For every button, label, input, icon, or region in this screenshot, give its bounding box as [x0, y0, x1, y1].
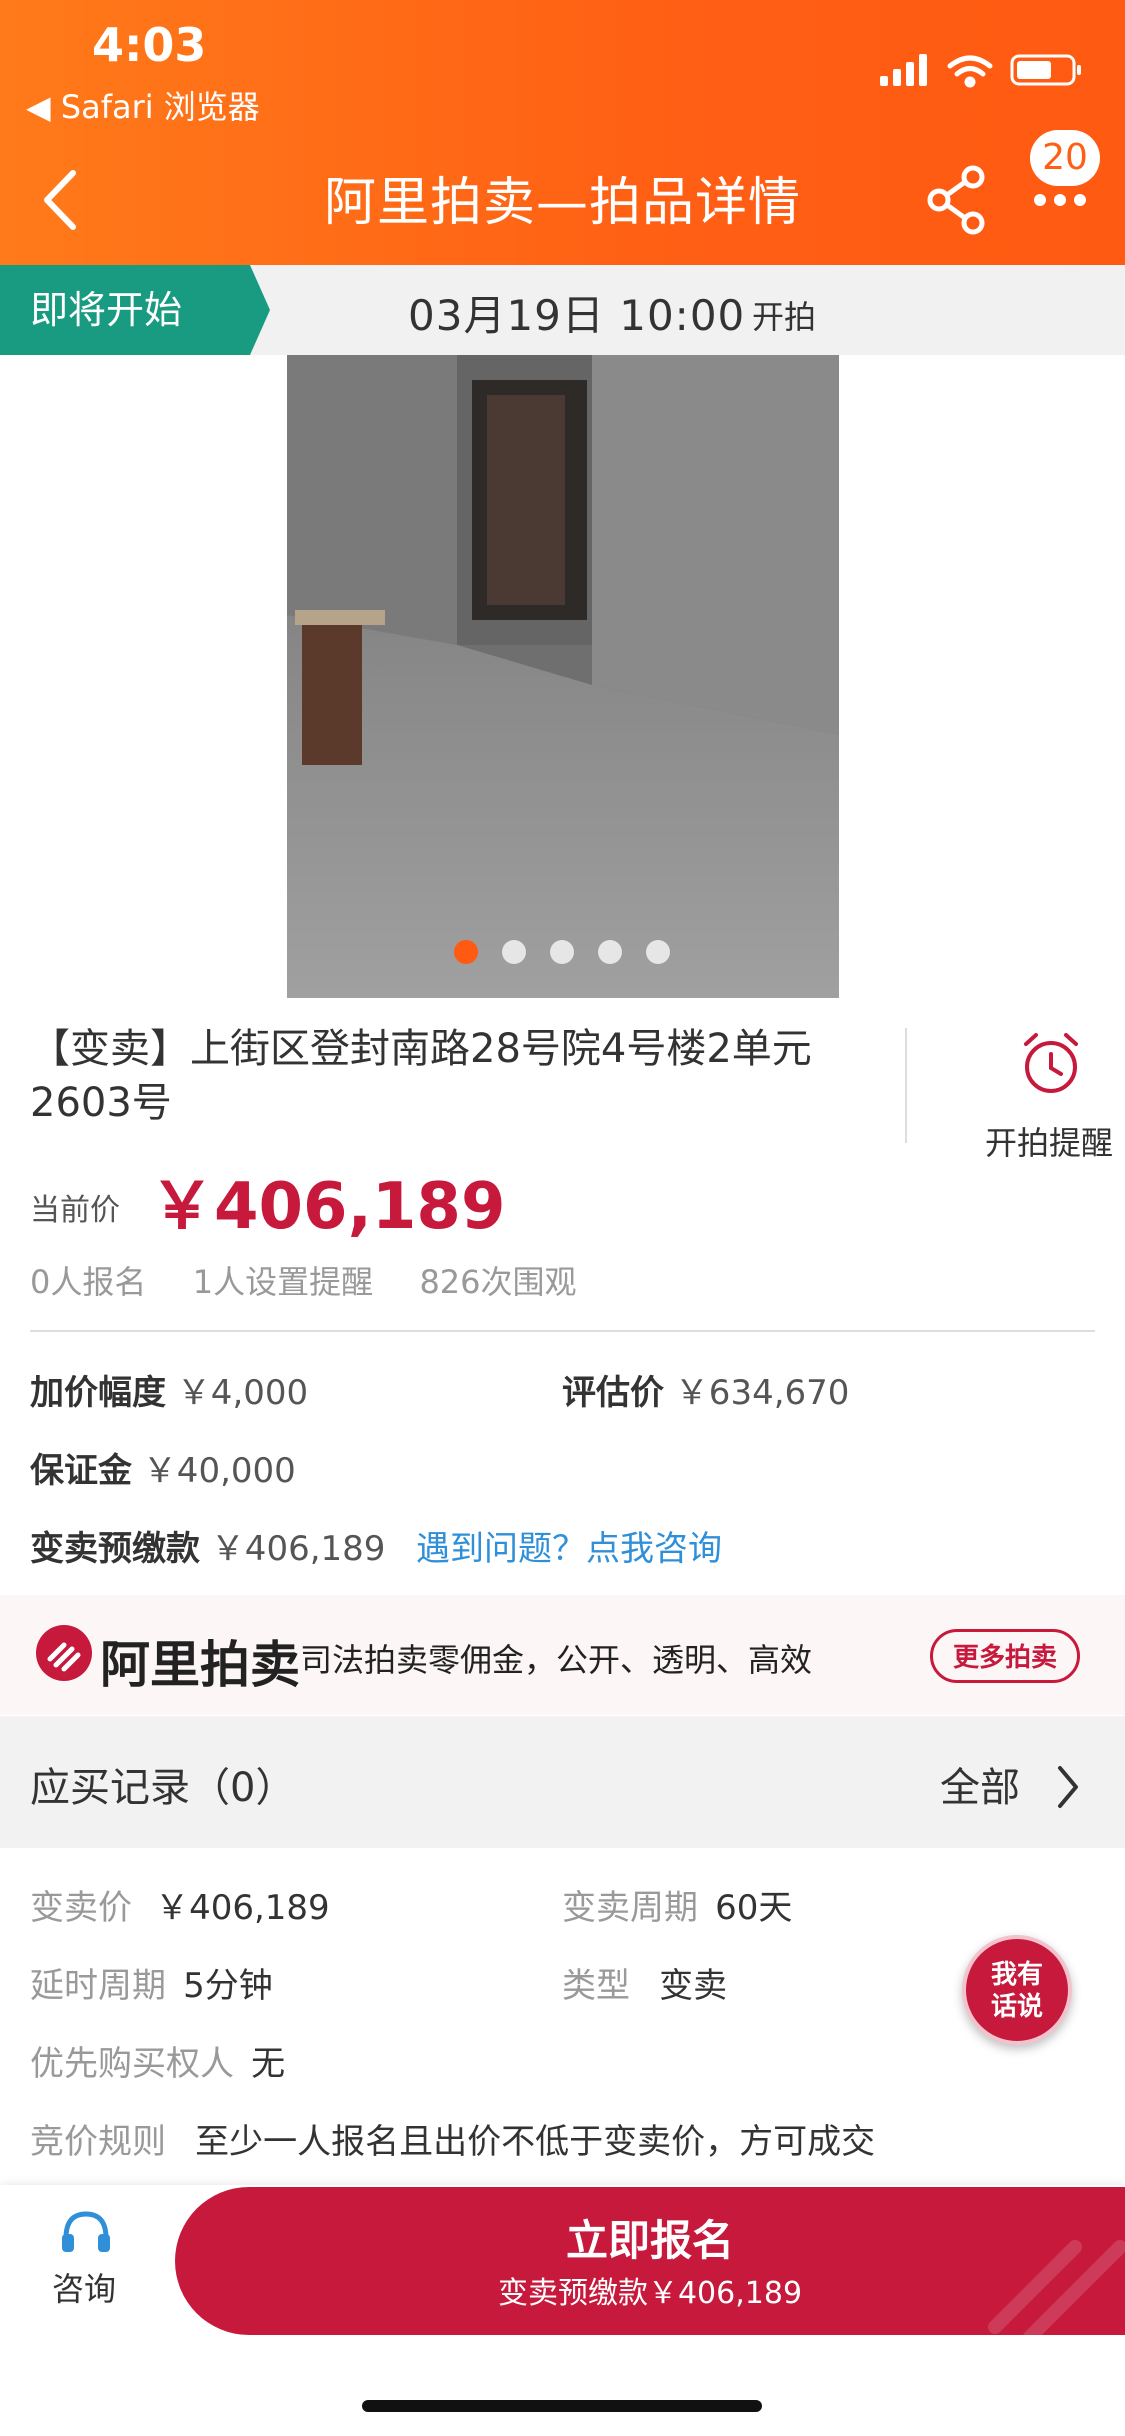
- consult-label[interactable]: 咨询: [52, 2264, 116, 2310]
- bid-records-title: 应买记录（0）: [30, 1765, 296, 1811]
- view-count: 826次围观: [419, 1263, 577, 1301]
- share-icon[interactable]: [925, 165, 990, 235]
- deposit-label: 保证金: [30, 1451, 132, 1491]
- prepay-value: ￥406,189: [210, 1529, 386, 1569]
- sale-type: 类型 变卖: [562, 1958, 727, 2007]
- ali-auction-logo-icon: [36, 1625, 92, 1681]
- remind-label[interactable]: 开拍提醒: [985, 1118, 1113, 1164]
- back-app-label: Safari 浏览器: [60, 88, 260, 126]
- rule-value: 至少一人报名且出价不低于变卖价，方可成交: [195, 2122, 876, 2162]
- status-time: 4:03: [92, 18, 207, 72]
- prepay-label: 变卖预缴款: [30, 1529, 200, 1569]
- carousel-dot-3[interactable]: [550, 940, 574, 964]
- sale-price-value: ￥406,189: [155, 1888, 330, 1928]
- back-triangle-icon: ◀: [26, 88, 51, 126]
- increment-value: ￥4,000: [176, 1373, 309, 1413]
- signup-prepay-label[interactable]: 变卖预缴款￥406,189: [175, 2268, 1125, 2312]
- status-icons: [880, 54, 1081, 88]
- rule-label: 竞价规则: [30, 2122, 166, 2162]
- feedback-fab[interactable]: 我有 话说: [962, 1935, 1072, 2045]
- more-icon[interactable]: [1030, 190, 1090, 210]
- sale-period-value: 60天: [715, 1888, 793, 1928]
- fab-line-2: 话说: [990, 1992, 1043, 2022]
- sale-period: 变卖周期 60天: [562, 1880, 792, 1929]
- signup-count: 0人报名: [30, 1263, 147, 1301]
- delay-label: 延时周期: [30, 1966, 166, 2006]
- alarm-clock-icon[interactable]: [1020, 1030, 1082, 1096]
- item-photo[interactable]: [287, 355, 839, 998]
- start-suffix: 开拍: [752, 298, 817, 336]
- fab-line-1: 我有: [990, 1960, 1043, 1990]
- carousel-dot-1[interactable]: [454, 940, 478, 964]
- sale-period-label: 变卖周期: [562, 1888, 698, 1928]
- back-to-app[interactable]: ◀ Safari 浏览器: [26, 82, 260, 128]
- carousel-dot-5[interactable]: [646, 940, 670, 964]
- appraisal-label: 评估价: [562, 1373, 664, 1413]
- home-indicator[interactable]: [362, 2400, 762, 2412]
- deposit-value: ￥40,000: [142, 1451, 296, 1491]
- sale-price: 变卖价 ￥406,189: [30, 1880, 330, 1929]
- sale-price-label: 变卖价: [30, 1888, 132, 1928]
- priority-buyer: 优先购买权人 无: [30, 2036, 285, 2085]
- appraisal-value: ￥634,670: [674, 1373, 850, 1413]
- wifi-icon: [947, 55, 993, 88]
- brand-slogan: 司法拍卖零佣金，公开、透明、高效: [300, 1641, 813, 1679]
- increment: 加价幅度 ￥4,000: [30, 1365, 308, 1414]
- bid-rule: 竞价规则 至少一人报名且出价不低于变卖价，方可成交: [30, 2114, 875, 2163]
- carousel-dot-2[interactable]: [502, 940, 526, 964]
- delay-period: 延时周期 5分钟: [30, 1958, 273, 2007]
- type-value: 变卖: [659, 1966, 728, 2006]
- help-link[interactable]: 遇到问题？点我咨询: [416, 1521, 722, 1570]
- divider: [30, 1330, 1095, 1332]
- signup-button-label[interactable]: 立即报名: [175, 2207, 1125, 2268]
- signal-icon: [880, 54, 927, 86]
- battery-icon: [1010, 54, 1081, 86]
- priority-value: 无: [251, 2044, 286, 2084]
- item-title: 【变卖】上街区登封南路28号院4号楼2单元2603号: [30, 1026, 812, 1126]
- appraisal: 评估价 ￥634,670: [562, 1365, 849, 1414]
- price-label: 当前价: [30, 1193, 120, 1228]
- remind-count: 1人设置提醒: [192, 1263, 374, 1301]
- prepay: 变卖预缴款 ￥406,189: [30, 1521, 385, 1570]
- divider: [905, 1028, 907, 1143]
- auction-status-tag: 即将开始: [0, 265, 270, 355]
- delay-value: 5分钟: [183, 1966, 273, 2006]
- type-label: 类型: [562, 1966, 630, 2006]
- item-stats: 0人报名 1人设置提醒 826次围观: [30, 1257, 577, 1303]
- increment-label: 加价幅度: [30, 1373, 166, 1413]
- brand-name: 阿里拍卖: [100, 1636, 300, 1694]
- more-auctions-button[interactable]: 更多拍卖: [930, 1629, 1080, 1683]
- carousel-dot-4[interactable]: [598, 940, 622, 964]
- bid-records-all[interactable]: 全部: [940, 1755, 1020, 1813]
- priority-label: 优先购买权人: [30, 2044, 234, 2084]
- start-time: 03月19日 10:00: [408, 291, 746, 340]
- room-photo-image: [287, 355, 839, 998]
- current-price: ￥406,189: [150, 1170, 506, 1244]
- chevron-right-icon[interactable]: [1052, 1762, 1082, 1812]
- deposit: 保证金 ￥40,000: [30, 1443, 296, 1492]
- message-badge: 20: [1030, 130, 1100, 186]
- headset-icon[interactable]: [58, 2208, 114, 2258]
